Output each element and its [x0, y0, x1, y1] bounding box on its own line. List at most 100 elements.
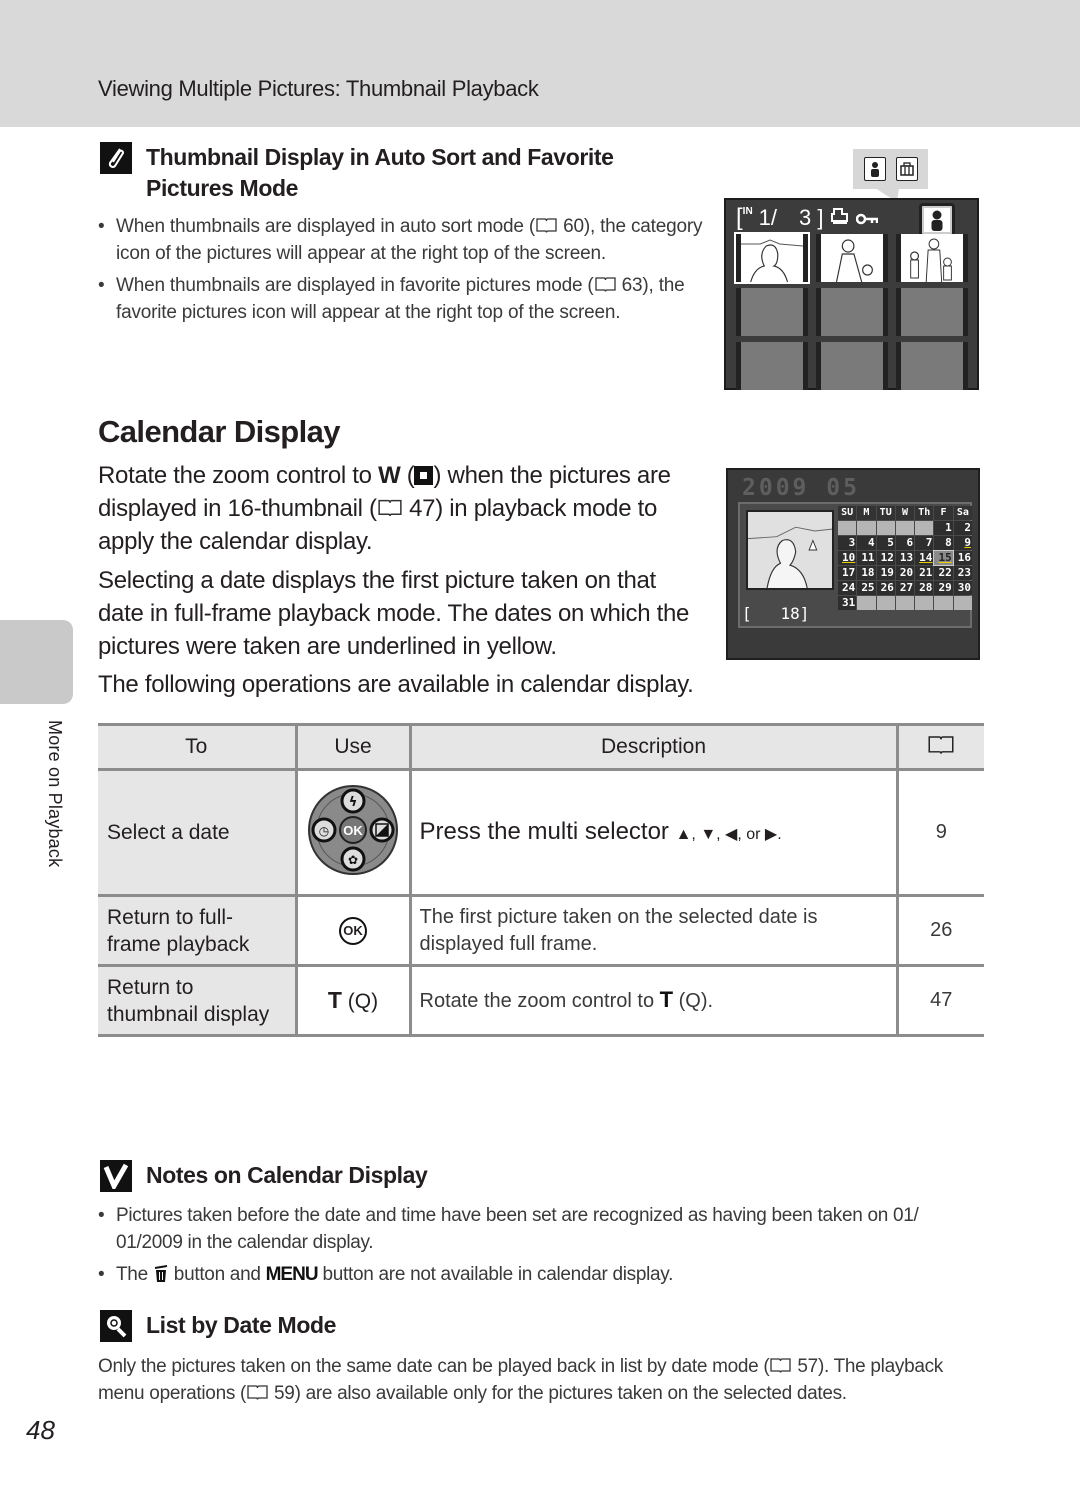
calendar-day-cell[interactable]: 26 [876, 581, 895, 595]
portrait-category-icon [863, 157, 886, 181]
column-header-use: Use [294, 723, 412, 771]
thumbnail-empty[interactable] [736, 288, 808, 336]
table-row: Return to thumbnail display T (Q) Rotate… [98, 964, 984, 1037]
gift-box-category-icon [895, 157, 918, 181]
calendar-day-cell[interactable]: 20 [895, 566, 915, 580]
header-band: Viewing Multiple Pictures: Thumbnail Pla… [0, 0, 1080, 127]
calendar-day-cell[interactable]: 12 [876, 551, 895, 565]
row-description: The first picture taken on the selected … [408, 894, 899, 967]
calendar-day-cell[interactable]: 21 [915, 566, 934, 580]
trash-icon [154, 1265, 167, 1282]
calendar-day-cell[interactable]: 18 [857, 566, 876, 580]
calendar-day-cell[interactable]: 28 [915, 581, 934, 595]
calendar-day-cell[interactable]: 25 [857, 581, 876, 595]
chapter-side-label: More on Playback [45, 720, 65, 868]
book-reference-icon [536, 218, 557, 233]
calendar-empty-cell [838, 521, 857, 535]
calendar-day-cell[interactable]: 14 [915, 551, 934, 565]
thumbnail-empty[interactable] [736, 342, 808, 390]
calendar-day-cell[interactable]: 2 [953, 521, 972, 535]
thumbnail-family-group[interactable] [896, 234, 968, 283]
portrait-category-icon [919, 203, 955, 237]
calendar-day-cell[interactable]: 19 [876, 566, 895, 580]
calendar-weekday-header: F [934, 506, 953, 520]
lightbulb-tip-icon [100, 1310, 132, 1342]
calendar-day-cell[interactable]: 9 [953, 536, 972, 550]
calendar-day-cell[interactable]: 6 [895, 536, 915, 550]
thumbnail-woman-portrait[interactable] [734, 232, 810, 284]
svg-text:◷: ◷ [319, 824, 330, 838]
calendar-day-cell[interactable]: 24 [838, 581, 857, 595]
menu-button-label: MENU [265, 1264, 319, 1285]
calendar-day-cell[interactable]: 27 [895, 581, 915, 595]
thumbnail-empty[interactable] [816, 288, 888, 336]
calendar-empty-cell [876, 596, 895, 610]
row-action: Return to thumbnail display [98, 964, 298, 1037]
calendar-empty-cell [915, 521, 934, 535]
thumbnail-grid [734, 232, 968, 390]
calendar-day-cell[interactable]: 31 [838, 596, 857, 610]
svg-text:OK: OK [343, 823, 363, 838]
thumbnail-empty[interactable] [816, 342, 888, 390]
calendar-day-cell[interactable]: 23 [953, 566, 972, 580]
calendar-day-cell[interactable]: 16 [953, 551, 972, 565]
calendar-weekday-header: SU [838, 506, 857, 520]
section-header-title: Viewing Multiple Pictures: Thumbnail Pla… [98, 76, 539, 101]
calendar-weekday-header: TU [876, 506, 895, 520]
calendar-empty-cell [876, 521, 895, 535]
magnifier-label: (Q) [347, 990, 379, 1013]
page-number: 48 [26, 1415, 55, 1445]
category-icons-callout [853, 149, 928, 189]
paperclip-icon [100, 142, 132, 174]
zoom-wide-label: W [378, 462, 401, 489]
calendar-day-cell[interactable]: 13 [895, 551, 915, 565]
multi-selector-icon: OK ϟ ✿ ◷ [308, 784, 398, 875]
row-control: OK [294, 894, 412, 967]
thumbnail-grid-icon [414, 466, 434, 485]
list-by-date-heading: List by Date Mode [100, 1310, 336, 1342]
calendar-day-cell[interactable]: 4 [857, 536, 876, 550]
calendar-empty-cell [934, 596, 953, 610]
thumbnail-empty[interactable] [896, 288, 968, 336]
calendar-day-cell[interactable]: 11 [857, 551, 876, 565]
calendar-day-cell[interactable]: 10 [838, 551, 857, 565]
calendar-day-cell[interactable]: 29 [934, 581, 953, 595]
calendar-day-cell[interactable]: 15 [933, 550, 954, 566]
thumbnail-note-bullet: When thumbnails are displayed in auto so… [98, 213, 713, 267]
row-page-ref: 26 [895, 894, 984, 967]
notes-bullet: Pictures taken before the date and time … [98, 1202, 988, 1256]
list-by-date-title: List by Date Mode [146, 1312, 337, 1338]
calendar-day-cell[interactable]: 30 [953, 581, 972, 595]
current-frame: 1/ [758, 205, 778, 230]
notes-heading: Notes on Calendar Display [100, 1160, 428, 1192]
zoom-tele-label: T [659, 987, 674, 1012]
calendar-day-cell[interactable]: 7 [915, 536, 934, 550]
row-description: Press the multi selector ▲, ▼, ◀, or ▶. [408, 768, 899, 897]
checkmark-note-icon [100, 1160, 132, 1192]
table-row: Select a date OK ϟ ✿ ◷ Press the multi s… [98, 768, 984, 897]
calendar-day-cell[interactable]: 1 [934, 521, 953, 535]
calendar-playback-screen: 2009 05 [ 18] SU M TU W Th F Sa 1 2 3 4 5 6 7 8 9 10 11 12… [726, 468, 980, 660]
print-order-icon [830, 205, 850, 231]
thumbnail-note-bullets: When thumbnails are displayed in auto so… [98, 213, 713, 331]
svg-text:ϟ: ϟ [349, 795, 358, 810]
thumbnail-note-title-line2: Pictures Mode [146, 175, 299, 201]
calendar-day-cell[interactable]: 22 [934, 566, 953, 580]
calendar-weekday-header: W [895, 506, 915, 520]
calendar-day-cell[interactable]: 3 [838, 536, 857, 550]
calendar-day-cell[interactable]: 8 [934, 536, 953, 550]
calendar-weekday-header: M [857, 506, 876, 520]
thumbnail-woman-with-child[interactable] [816, 234, 888, 283]
list-by-date-paragraph: Only the pictures taken on the same date… [98, 1356, 944, 1404]
calendar-day-cell[interactable]: 5 [876, 536, 895, 550]
thumbnail-empty[interactable] [896, 342, 968, 390]
calendar-empty-cell [857, 521, 876, 535]
calendar-picture-counter: [ 18] [742, 604, 810, 623]
calendar-empty-cell [953, 596, 972, 610]
total-frames: 3 ] [799, 205, 824, 230]
calendar-day-cell[interactable]: 17 [838, 566, 857, 580]
calendar-preview-photo [746, 510, 834, 590]
calendar-empty-cell [895, 521, 915, 535]
row-control: OK ϟ ✿ ◷ [294, 768, 412, 897]
row-control: T (Q) [294, 964, 412, 1037]
